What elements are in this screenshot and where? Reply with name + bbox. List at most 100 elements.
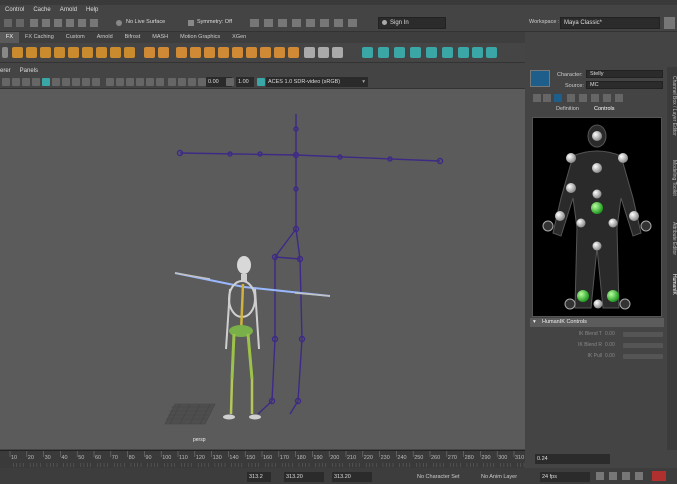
hik-tool-7-icon[interactable] — [615, 94, 623, 102]
viewport-persp[interactable]: persp — [0, 89, 525, 449]
hik-tool-1-icon[interactable] — [533, 94, 541, 102]
menu-help[interactable]: Help — [86, 7, 98, 13]
hik-tool-3-icon[interactable] — [567, 94, 575, 102]
film-gate-icon[interactable] — [52, 78, 60, 86]
teal-tool-4-icon[interactable] — [410, 47, 421, 58]
ncloth-icon[interactable] — [54, 47, 65, 58]
lattice-icon[interactable] — [204, 47, 215, 58]
snap-grid-icon[interactable] — [30, 19, 38, 27]
joint-tool-icon[interactable] — [144, 47, 155, 58]
safe-action-icon[interactable] — [92, 78, 100, 86]
ik-blend-t-slider[interactable] — [623, 332, 663, 337]
hik-left-hand-effector[interactable] — [555, 211, 565, 221]
toggle-sidebar-icon[interactable] — [664, 17, 675, 29]
cluster-icon[interactable] — [190, 47, 201, 58]
snap-point-icon[interactable] — [54, 19, 62, 27]
use-all-lights-icon[interactable] — [146, 78, 154, 86]
view-transform-dropdown[interactable]: ACES 1.0 SDR-video (sRGB) ▾ — [266, 77, 368, 87]
color-management-icon[interactable] — [257, 78, 265, 86]
wireframe-on-shaded-icon[interactable] — [126, 78, 134, 86]
hik-tool-5-icon[interactable] — [591, 94, 599, 102]
grid-icon[interactable] — [42, 78, 50, 86]
hik-spine-effector[interactable] — [592, 189, 602, 199]
hik-right-hand-effector[interactable] — [629, 211, 639, 221]
teal-tool-6-icon[interactable] — [442, 47, 453, 58]
range-end-field[interactable]: 313.20 — [332, 472, 372, 482]
redo-icon[interactable] — [16, 19, 24, 27]
shelf-tab-custom[interactable]: Custom — [60, 32, 91, 43]
hik-character-figure[interactable] — [532, 117, 662, 317]
panel-menu-panels[interactable]: Panels — [20, 68, 38, 74]
ik-pull-value[interactable]: 0.00 — [605, 353, 615, 359]
ik-blend-t-value[interactable]: 0.00 — [605, 331, 615, 337]
render-icon[interactable] — [250, 19, 259, 27]
exposure-icon[interactable] — [198, 78, 206, 86]
lock-camera-icon[interactable] — [12, 78, 20, 86]
snap-curve-icon[interactable] — [42, 19, 50, 27]
paint-weights-icon[interactable] — [288, 47, 299, 58]
key-tool-icon[interactable] — [332, 47, 343, 58]
xray-joints-icon[interactable] — [178, 78, 186, 86]
teal-tool-2-icon[interactable] — [378, 47, 389, 58]
script-editor-icon[interactable] — [348, 19, 357, 27]
time-slider[interactable]: 10 20 30 40 50 60 70 80 90 100 110 120 130 140 150 160 1… — [0, 450, 528, 468]
nhair-icon[interactable] — [68, 47, 79, 58]
camera-icon[interactable] — [2, 78, 10, 86]
fluid-icon[interactable] — [40, 47, 51, 58]
range-start-field[interactable]: 313.20 — [284, 472, 324, 482]
gate-mask-icon[interactable] — [72, 78, 80, 86]
hik-right-shoulder-effector[interactable] — [618, 153, 628, 163]
hik-tool-2-icon[interactable] — [543, 94, 551, 102]
loop-icon[interactable] — [596, 472, 604, 480]
fire-icon[interactable] — [82, 47, 93, 58]
tab-controls[interactable]: Controls — [594, 106, 614, 112]
shelf-tab-fx-caching[interactable]: FX Caching — [19, 32, 60, 43]
fps-dropdown[interactable]: 24 fps — [540, 472, 590, 482]
ik-pull-slider[interactable] — [623, 354, 663, 359]
gamma-icon[interactable] — [226, 78, 234, 86]
character-dropdown[interactable]: Stelly — [586, 70, 663, 78]
hypershade-icon[interactable] — [292, 19, 301, 27]
menu-arnold[interactable]: Arnold — [60, 7, 77, 13]
hik-right-fingers-icon[interactable] — [640, 220, 652, 232]
render-view-icon[interactable] — [306, 19, 315, 27]
symmetry-dropdown[interactable]: Symmetry: Off — [197, 19, 232, 25]
snap-view-icon[interactable] — [66, 19, 74, 27]
snap-surface-icon[interactable] — [78, 19, 86, 27]
render-settings-icon[interactable] — [278, 19, 287, 27]
hik-left-fingers-icon[interactable] — [542, 220, 554, 232]
teal-tool-5-icon[interactable] — [426, 47, 437, 58]
teal-tool-7-icon[interactable] — [458, 47, 469, 58]
shadows-icon[interactable] — [156, 78, 164, 86]
snap-center-icon[interactable] — [90, 19, 98, 27]
workspace-dropdown[interactable]: Maya Classic* — [560, 17, 660, 29]
shelf-menu-icon[interactable] — [2, 47, 8, 58]
source-dropdown[interactable]: MC — [586, 81, 663, 89]
ipr-icon[interactable] — [264, 19, 273, 27]
menu-control[interactable]: Control — [5, 7, 24, 13]
ik-blend-r-value[interactable]: 0.00 — [605, 342, 615, 348]
pen-tool-icon[interactable] — [304, 47, 315, 58]
tab-definition[interactable]: Definition — [556, 106, 579, 112]
gamma-field[interactable]: 1.00 — [236, 77, 254, 87]
purple-skeleton[interactable] — [176, 114, 444, 415]
shelf-tab-fx[interactable]: FX — [0, 32, 20, 43]
shelf-tab-xgen[interactable]: XGen — [226, 32, 252, 43]
humanik-controls-header[interactable]: ▾ HumanIK Controls — [530, 318, 664, 327]
hik-right-hip-effector[interactable] — [608, 218, 618, 228]
output-window-icon[interactable] — [334, 19, 343, 27]
current-frame-field[interactable]: 0.24 — [535, 454, 610, 464]
shelf-tab-arnold[interactable]: Arnold — [91, 32, 119, 43]
teal-tool-9-icon[interactable] — [486, 47, 497, 58]
live-surface-label[interactable]: No Live Surface — [126, 19, 165, 25]
hik-right-toes-icon[interactable] — [619, 298, 631, 310]
textured-icon[interactable] — [136, 78, 144, 86]
shelf-tab-motion-graphics[interactable]: Motion Graphics — [174, 32, 226, 43]
hik-left-shoulder-effector[interactable] — [566, 153, 576, 163]
shelf-tab-mash[interactable]: MASH — [146, 32, 174, 43]
bookmark-icon[interactable] — [22, 78, 30, 86]
teal-tool-8-icon[interactable] — [472, 47, 483, 58]
side-tab-humanik[interactable]: HumanIK — [667, 269, 677, 299]
undo-icon[interactable] — [4, 19, 12, 27]
human-skeleton[interactable] — [174, 256, 331, 420]
